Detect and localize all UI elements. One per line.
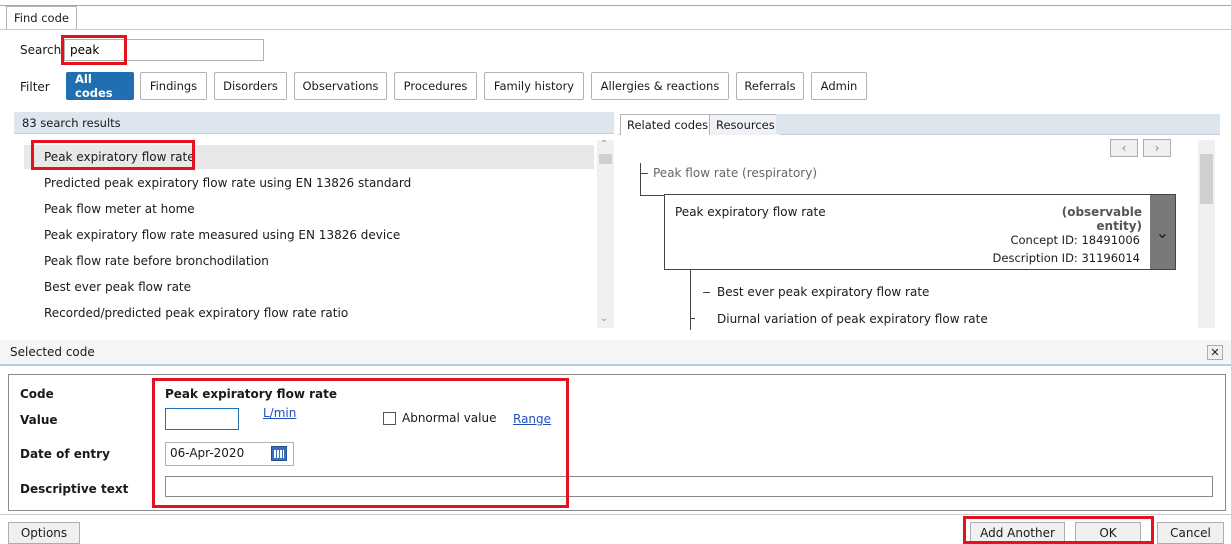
search-label: Search bbox=[20, 43, 62, 57]
tree-connector bbox=[640, 163, 641, 195]
description-id: Description ID: 31196014 bbox=[992, 251, 1140, 265]
filter-admin-button[interactable]: Admin bbox=[811, 72, 867, 100]
filter-allergies-button[interactable]: Allergies & reactions bbox=[591, 72, 729, 100]
filter-family-history-button[interactable]: Family history bbox=[484, 72, 584, 100]
expand-chevron-icon[interactable]: ⌄ bbox=[1150, 195, 1175, 269]
results-count-header: 83 search results bbox=[14, 112, 614, 134]
search-highlight-box bbox=[61, 35, 127, 65]
selected-code-title: Selected code bbox=[10, 345, 95, 359]
result-item[interactable]: Peak flow meter at home bbox=[24, 197, 594, 221]
code-label: Code bbox=[20, 387, 54, 401]
results-scroll-thumb[interactable] bbox=[599, 154, 612, 164]
related-scroll-thumb[interactable] bbox=[1200, 154, 1213, 204]
tree-connector bbox=[703, 292, 710, 293]
filter-label: Filter bbox=[20, 80, 50, 94]
related-header-bar bbox=[776, 114, 1220, 134]
tree-connector bbox=[690, 318, 695, 319]
results-scrollbar[interactable] bbox=[597, 140, 614, 328]
tree-connector bbox=[640, 173, 648, 174]
filter-findings-button[interactable]: Findings bbox=[140, 72, 207, 100]
result-item[interactable]: Peak expiratory flow rate measured using… bbox=[24, 223, 594, 247]
close-icon[interactable]: ✕ bbox=[1207, 345, 1223, 360]
window-top-border bbox=[0, 5, 1231, 6]
form-highlight-box bbox=[152, 378, 569, 508]
filter-disorders-button[interactable]: Disorders bbox=[214, 72, 287, 100]
tree-child-node[interactable]: Diurnal variation of peak expiratory flo… bbox=[717, 312, 1117, 328]
scroll-down-icon[interactable]: ⌄ bbox=[600, 313, 608, 324]
filter-all-codes-button[interactable]: All codes bbox=[66, 72, 134, 100]
tree-child-node[interactable]: Best ever peak expiratory flow rate bbox=[717, 285, 929, 299]
tree-parent-node[interactable]: Peak flow rate (respiratory) bbox=[653, 166, 817, 180]
tab-related-codes[interactable]: Related codes bbox=[620, 114, 716, 135]
result-item[interactable]: Predicted peak expiratory flow rate usin… bbox=[24, 171, 594, 195]
value-label: Value bbox=[20, 413, 58, 427]
concept-id: Concept ID: 18491006 bbox=[1010, 233, 1140, 247]
tab-underline bbox=[0, 29, 1231, 30]
tab-find-code[interactable]: Find code bbox=[6, 6, 77, 29]
current-code-name: Peak expiratory flow rate bbox=[675, 205, 826, 219]
result-item[interactable]: Recorded/predicted peak expiratory flow … bbox=[24, 301, 594, 325]
prev-arrow-icon[interactable]: ‹ bbox=[1110, 139, 1138, 157]
next-arrow-icon[interactable]: › bbox=[1143, 139, 1171, 157]
scroll-up-icon[interactable]: ⌃ bbox=[600, 139, 608, 150]
cancel-button[interactable]: Cancel bbox=[1157, 522, 1224, 544]
descriptive-text-label: Descriptive text bbox=[20, 482, 129, 496]
filter-observations-button[interactable]: Observations bbox=[294, 72, 387, 100]
filter-referrals-button[interactable]: Referrals bbox=[736, 72, 804, 100]
date-label: Date of entry bbox=[20, 447, 110, 461]
result-item[interactable]: Best ever peak flow rate bbox=[24, 275, 594, 299]
filter-procedures-button[interactable]: Procedures bbox=[394, 72, 477, 100]
result-item[interactable]: Peak flow rate before bronchodilation bbox=[24, 249, 594, 273]
selected-code-header: Selected code bbox=[0, 340, 1231, 366]
buttons-highlight-box bbox=[963, 516, 1154, 544]
options-button[interactable]: Options bbox=[8, 522, 80, 544]
current-code-type: (observable entity) bbox=[1061, 205, 1142, 233]
tab-resources[interactable]: Resources bbox=[709, 114, 782, 135]
tree-connector bbox=[690, 270, 691, 330]
result-highlight-box bbox=[31, 140, 195, 170]
tree-connector bbox=[640, 195, 664, 196]
